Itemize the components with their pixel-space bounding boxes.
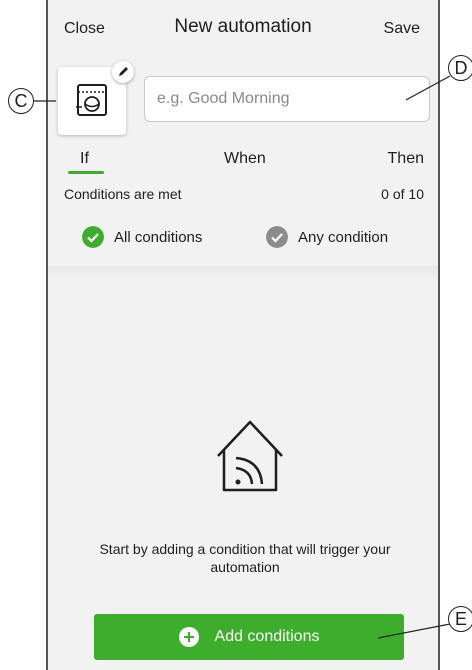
conditions-count: 0 of 10 bbox=[381, 186, 424, 202]
smart-home-icon bbox=[217, 420, 283, 492]
any-condition-option[interactable]: Any condition bbox=[266, 226, 388, 248]
callout-c: C bbox=[8, 88, 34, 114]
tab-when[interactable]: When bbox=[224, 150, 266, 168]
active-tab-indicator bbox=[68, 171, 104, 174]
add-conditions-button[interactable]: Add conditions bbox=[94, 614, 404, 660]
any-condition-label: Any condition bbox=[298, 228, 389, 246]
plus-circle-icon bbox=[178, 627, 199, 647]
add-conditions-label: Add conditions bbox=[214, 628, 320, 645]
edit-icon-button[interactable] bbox=[112, 61, 134, 83]
callout-d: D bbox=[448, 55, 472, 81]
empty-state-message: Start by adding a condition that will tr… bbox=[99, 541, 391, 575]
pencil-icon bbox=[119, 67, 128, 76]
check-circle-icon bbox=[266, 226, 288, 248]
check-circle-icon bbox=[82, 226, 104, 248]
callout-e: E bbox=[448, 606, 472, 632]
all-conditions-label: All conditions bbox=[114, 228, 203, 246]
automation-name-input[interactable] bbox=[144, 76, 430, 122]
page-title: New automation bbox=[174, 16, 312, 37]
conditions-label: Conditions are met bbox=[64, 186, 182, 202]
tab-if[interactable]: If bbox=[80, 150, 89, 168]
all-conditions-option[interactable]: All conditions bbox=[82, 226, 202, 248]
tab-then[interactable]: Then bbox=[388, 150, 424, 168]
section-divider bbox=[48, 266, 438, 280]
save-button[interactable]: Save bbox=[384, 20, 420, 38]
phone-screen: Close New automation Save If When Then C… bbox=[46, 0, 440, 670]
header: Close New automation Save bbox=[48, 0, 438, 56]
